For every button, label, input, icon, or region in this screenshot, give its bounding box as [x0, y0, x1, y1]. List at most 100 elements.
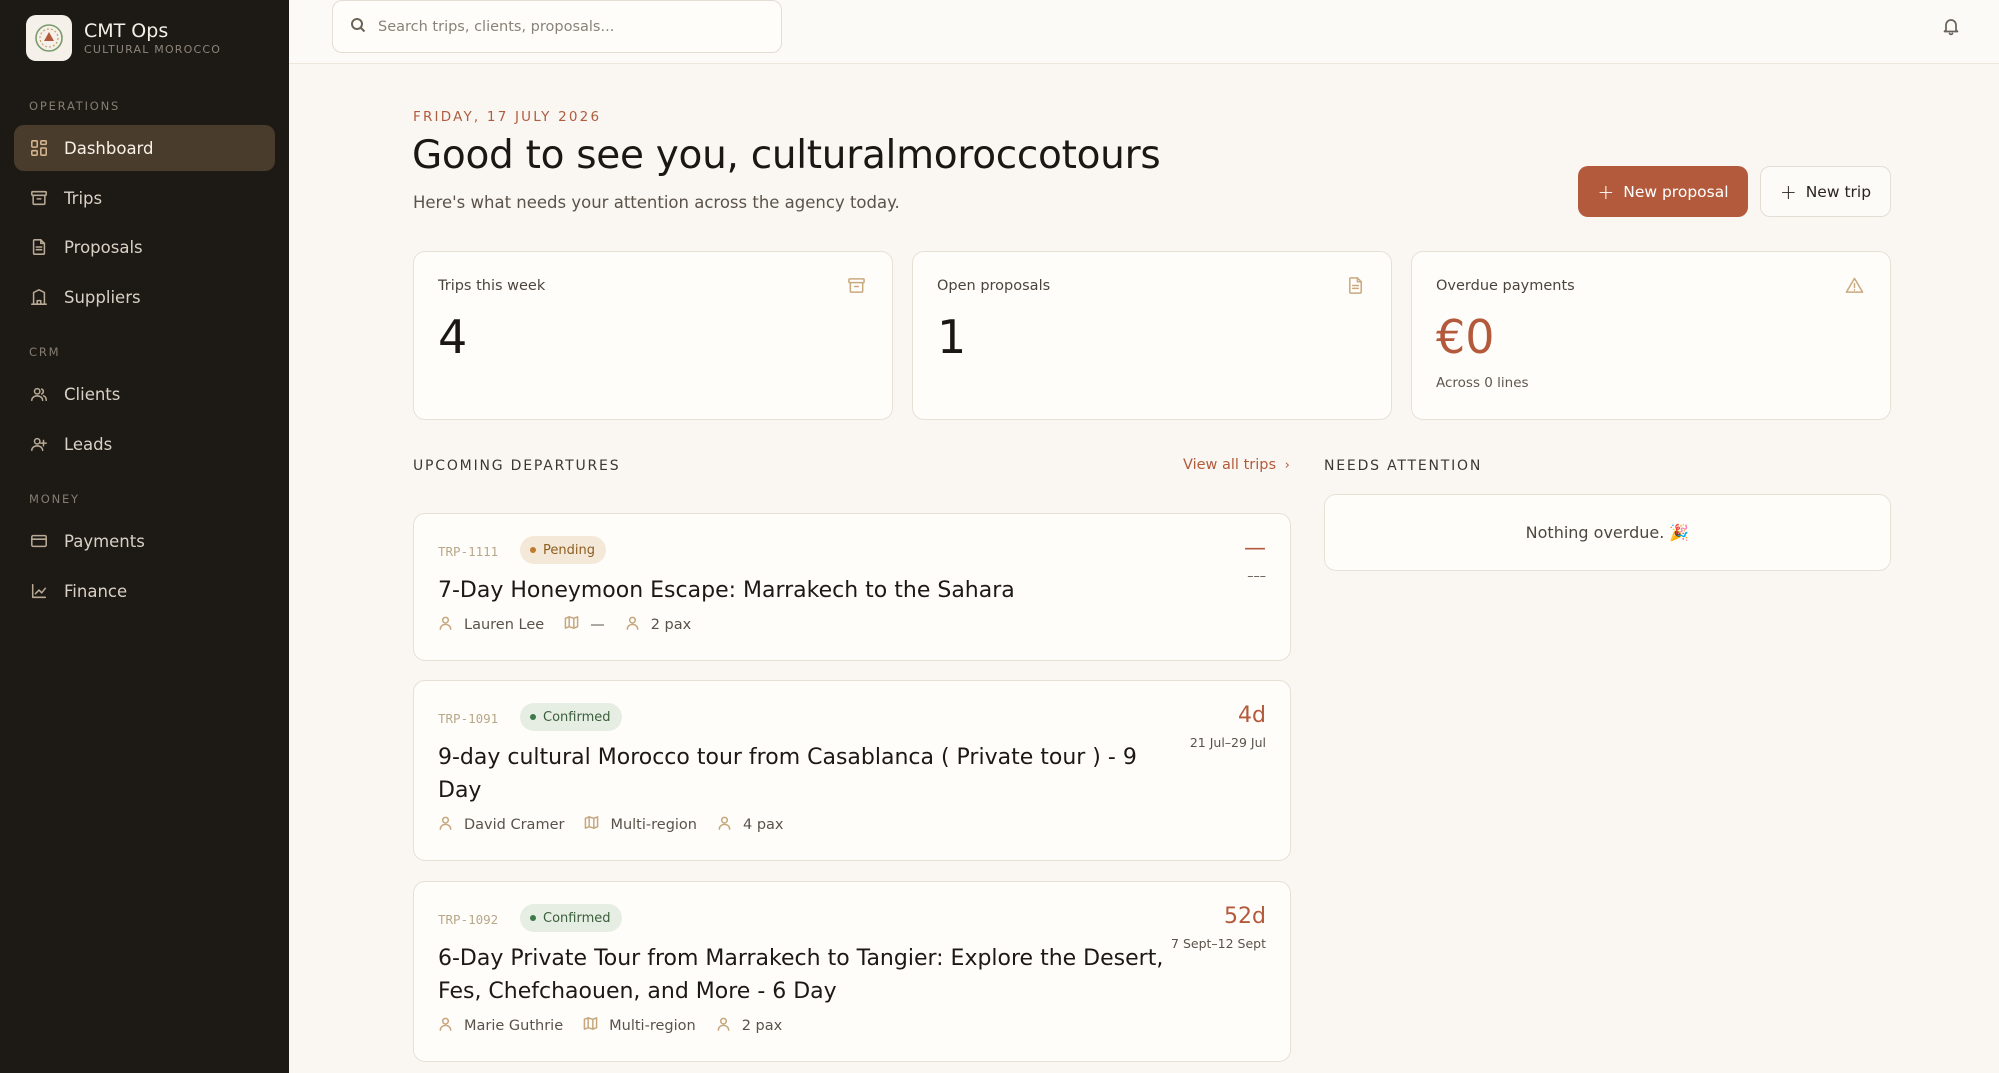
status-label: Pending [543, 542, 595, 558]
trip-title: 6-Day Private Tour from Marrakech to Tan… [438, 946, 1164, 1004]
nav-section-operations: OPERATIONS [29, 99, 121, 113]
sidebar-item-clients[interactable]: Clients [14, 371, 275, 417]
page-subtitle: Here's what needs your attention across … [413, 193, 900, 212]
user-icon [716, 1016, 742, 1035]
trip-date-range: ––– [1247, 568, 1266, 583]
sidebar-item-proposals[interactable]: Proposals [14, 224, 275, 270]
plus-icon: + [1779, 179, 1797, 204]
new-proposal-button[interactable]: + New proposal [1578, 166, 1748, 217]
trip-id: TRP-1092 [438, 912, 499, 927]
trip-date-range: 21 Jul–29 Jul [1189, 735, 1266, 750]
trip-meta: Lauren Lee — 2 pax [438, 615, 711, 634]
sidebar-item-label: Proposals [64, 237, 143, 257]
upcoming-departures-title: UPCOMING DEPARTURES [413, 458, 621, 474]
map-icon [583, 1016, 609, 1035]
stat-label: Open proposals [937, 278, 1051, 294]
sidebar-item-leads[interactable]: Leads [14, 421, 275, 467]
chevron-right-icon: › [1284, 458, 1290, 473]
trip-client: David Cramer [464, 816, 565, 833]
user-icon [717, 815, 743, 834]
search-box[interactable] [332, 0, 782, 53]
document-icon [29, 237, 49, 257]
dashboard-icon [29, 138, 49, 158]
needs-attention-empty: Nothing overdue. 🎉 [1525, 523, 1690, 542]
search-input[interactable] [378, 18, 758, 35]
brand-logo [26, 15, 72, 61]
stat-label: Trips this week [438, 278, 546, 294]
user-icon [438, 1016, 464, 1035]
trip-card-trp-1091[interactable]: TRP-1091 Confirmed 4d 21 Jul–29 Jul 9-da… [413, 680, 1291, 861]
new-trip-label: New trip [1805, 182, 1872, 201]
stat-note: Across 0 lines [1436, 375, 1529, 391]
user-icon [438, 815, 464, 834]
status-label: Confirmed [543, 709, 611, 725]
trip-meta: David Cramer Multi-region 4 pax [438, 815, 804, 834]
stat-value: 1 [937, 310, 967, 364]
trip-pax: 2 pax [741, 1017, 783, 1034]
trip-client: Lauren Lee [464, 616, 545, 633]
trip-title: 7-Day Honeymoon Escape: Marrakech to the… [438, 578, 1015, 603]
view-all-trips-link[interactable]: View all trips › [1183, 457, 1290, 473]
trip-id: TRP-1091 [438, 711, 499, 726]
sidebar-item-payments[interactable]: Payments [14, 518, 275, 564]
sidebar-item-label: Trips [64, 188, 103, 208]
sidebar-item-label: Clients [64, 384, 121, 404]
stat-card-trips-this-week[interactable]: Trips this week 4 [413, 251, 893, 420]
trip-region: Multi-region [610, 816, 697, 833]
brand[interactable]: CMT Ops CULTURAL MOROCCO [26, 15, 221, 61]
topbar [289, 0, 1999, 64]
archive-icon [847, 276, 866, 299]
needs-attention-card: Nothing overdue. 🎉 [1324, 494, 1891, 571]
stat-card-open-proposals[interactable]: Open proposals 1 [912, 251, 1392, 420]
status-badge: Confirmed [520, 703, 622, 731]
building-icon [29, 287, 49, 307]
trip-meta: Marie Guthrie Multi-region 2 pax [438, 1016, 802, 1035]
sidebar-item-label: Finance [64, 581, 128, 601]
archive-icon [29, 188, 49, 208]
line-chart-icon [29, 581, 49, 601]
sidebar-item-dashboard[interactable]: Dashboard [14, 125, 275, 171]
view-all-label: View all trips [1183, 457, 1277, 473]
stat-value: 4 [438, 310, 468, 364]
status-badge: Confirmed [520, 904, 622, 932]
trip-pax: 4 pax [743, 816, 784, 833]
sidebar-item-label: Suppliers [64, 287, 141, 307]
users-icon [29, 384, 49, 404]
sidebar-item-trips[interactable]: Trips [14, 175, 275, 221]
trip-region: — [590, 616, 605, 633]
stat-value: €0 [1436, 310, 1495, 364]
stat-card-overdue-payments[interactable]: Overdue payments €0 Across 0 lines [1411, 251, 1891, 420]
sidebar-item-suppliers[interactable]: Suppliers [14, 274, 275, 320]
plus-icon: + [1597, 179, 1615, 204]
sidebar-item-label: Payments [64, 531, 145, 551]
bell-icon[interactable] [1941, 16, 1963, 38]
card-icon [29, 531, 49, 551]
nav-section-crm: CRM [29, 345, 61, 359]
status-label: Confirmed [543, 910, 611, 926]
trip-countdown: 52d [1224, 904, 1266, 929]
trip-card-trp-1092[interactable]: TRP-1092 Confirmed 52d 7 Sept–12 Sept 6-… [413, 881, 1291, 1062]
sidebar-item-label: Dashboard [64, 138, 154, 158]
needs-attention-title: NEEDS ATTENTION [1324, 458, 1483, 474]
nav-section-money: MONEY [29, 492, 80, 506]
user-icon [625, 615, 651, 634]
trip-region: Multi-region [609, 1017, 696, 1034]
brand-subtitle: CULTURAL MOROCCO [84, 43, 222, 56]
status-badge: Pending [520, 536, 606, 564]
warning-icon [1845, 276, 1864, 299]
current-date: FRIDAY, 17 JULY 2026 [413, 109, 602, 125]
page-title: Good to see you, culturalmoroccotours [412, 133, 1161, 178]
trip-date-range: 7 Sept–12 Sept [1171, 936, 1266, 951]
trip-client: Marie Guthrie [464, 1017, 564, 1034]
user-icon [438, 615, 464, 634]
sidebar: CMT Ops CULTURAL MOROCCO OPERATIONS Dash… [0, 0, 289, 1073]
sidebar-item-finance[interactable]: Finance [14, 568, 275, 614]
trip-card-trp-1111[interactable]: TRP-1111 Pending — ––– 7-Day Honeymoon E… [413, 513, 1291, 661]
map-icon [564, 615, 590, 634]
trip-countdown: — [1244, 536, 1266, 561]
new-trip-button[interactable]: + New trip [1760, 166, 1891, 217]
trip-pax: 2 pax [650, 616, 692, 633]
new-proposal-label: New proposal [1623, 182, 1729, 201]
user-plus-icon [29, 434, 49, 454]
trip-countdown: 4d [1238, 703, 1266, 728]
